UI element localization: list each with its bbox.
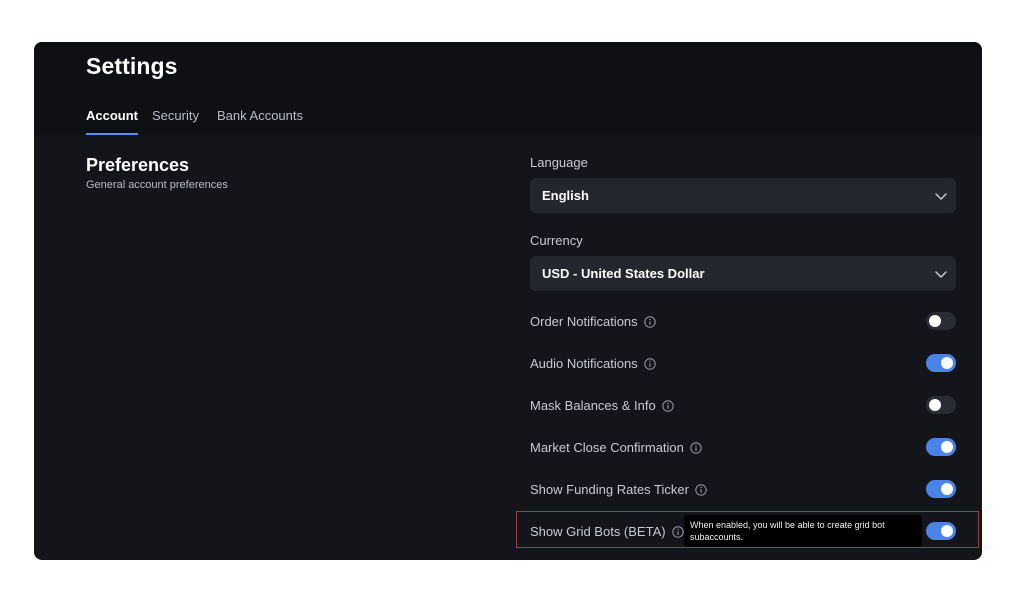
- chevron-down-icon: [935, 193, 947, 200]
- currency-select[interactable]: USD - United States Dollar: [530, 256, 956, 291]
- order-notifications-toggle[interactable]: [926, 312, 956, 330]
- funding-rates-ticker-row: Show Funding Rates Ticker: [530, 478, 956, 502]
- section-subtitle: General account preferences: [86, 179, 228, 191]
- order-notifications-row: Order Notifications: [530, 310, 956, 334]
- language-label: Language: [530, 155, 588, 170]
- settings-window: Settings Account Security Bank Accounts …: [34, 42, 982, 560]
- info-icon[interactable]: [643, 315, 656, 328]
- mask-balances-toggle[interactable]: [926, 396, 956, 414]
- order-notifications-label: Order Notifications: [530, 314, 638, 329]
- section-title: Preferences: [86, 155, 190, 175]
- tab-security[interactable]: Security: [152, 108, 199, 135]
- toggle-knob: [941, 357, 953, 369]
- info-icon[interactable]: [690, 441, 702, 454]
- language-value: English: [542, 188, 589, 203]
- market-close-confirmation-label: Market Close Confirmation: [530, 440, 684, 455]
- currency-value: USD - United States Dollar: [542, 266, 705, 281]
- funding-rates-ticker-label: Show Funding Rates Ticker: [530, 482, 689, 497]
- audio-notifications-label: Audio Notifications: [530, 356, 638, 371]
- info-icon[interactable]: [695, 483, 707, 496]
- toggle-knob: [929, 315, 941, 327]
- page-title: Settings: [86, 53, 178, 79]
- info-tooltip: When enabled, you will be able to create…: [684, 515, 922, 547]
- market-close-confirmation-row: Market Close Confirmation: [530, 436, 956, 460]
- info-icon[interactable]: [643, 357, 656, 370]
- toggle-knob: [929, 399, 941, 411]
- funding-rates-ticker-toggle[interactable]: [926, 480, 956, 498]
- market-close-confirmation-toggle[interactable]: [926, 438, 956, 456]
- tab-account[interactable]: Account: [86, 108, 138, 135]
- audio-notifications-toggle[interactable]: [926, 354, 956, 372]
- tab-bank-accounts[interactable]: Bank Accounts: [217, 108, 303, 135]
- toggle-knob: [941, 483, 953, 495]
- audio-notifications-row: Audio Notifications: [530, 352, 956, 376]
- chevron-down-icon: [935, 271, 947, 278]
- language-select[interactable]: English: [530, 178, 956, 213]
- toggle-knob: [941, 441, 953, 453]
- settings-header: Settings Account Security Bank Accounts: [34, 42, 982, 135]
- currency-label: Currency: [530, 233, 583, 248]
- mask-balances-label: Mask Balances & Info: [530, 398, 656, 413]
- mask-balances-row: Mask Balances & Info: [530, 394, 956, 418]
- info-icon[interactable]: [662, 399, 674, 412]
